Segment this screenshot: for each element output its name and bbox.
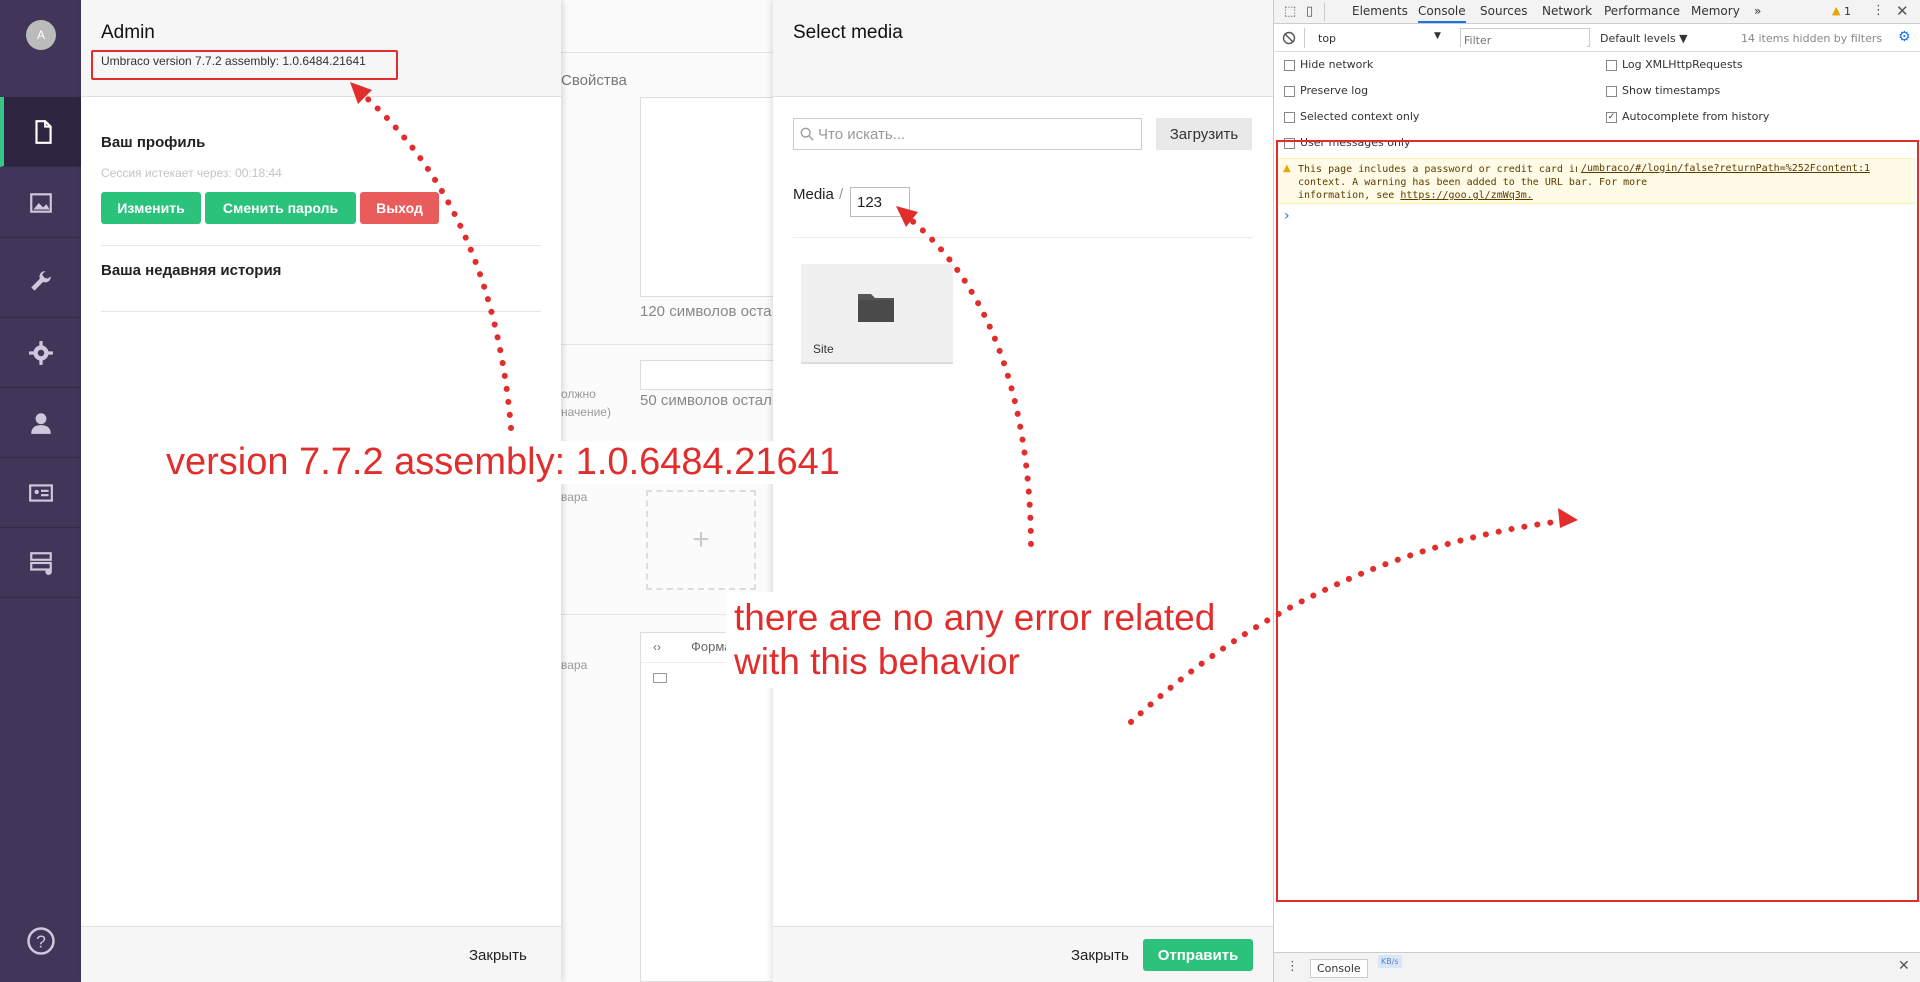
arrowhead bbox=[1558, 508, 1578, 528]
arrow-to-breadcrumb bbox=[902, 212, 1034, 547]
annotation-arrows bbox=[350, 82, 1578, 725]
arrow-to-version bbox=[357, 89, 514, 431]
arrow-to-console bbox=[1128, 517, 1573, 725]
